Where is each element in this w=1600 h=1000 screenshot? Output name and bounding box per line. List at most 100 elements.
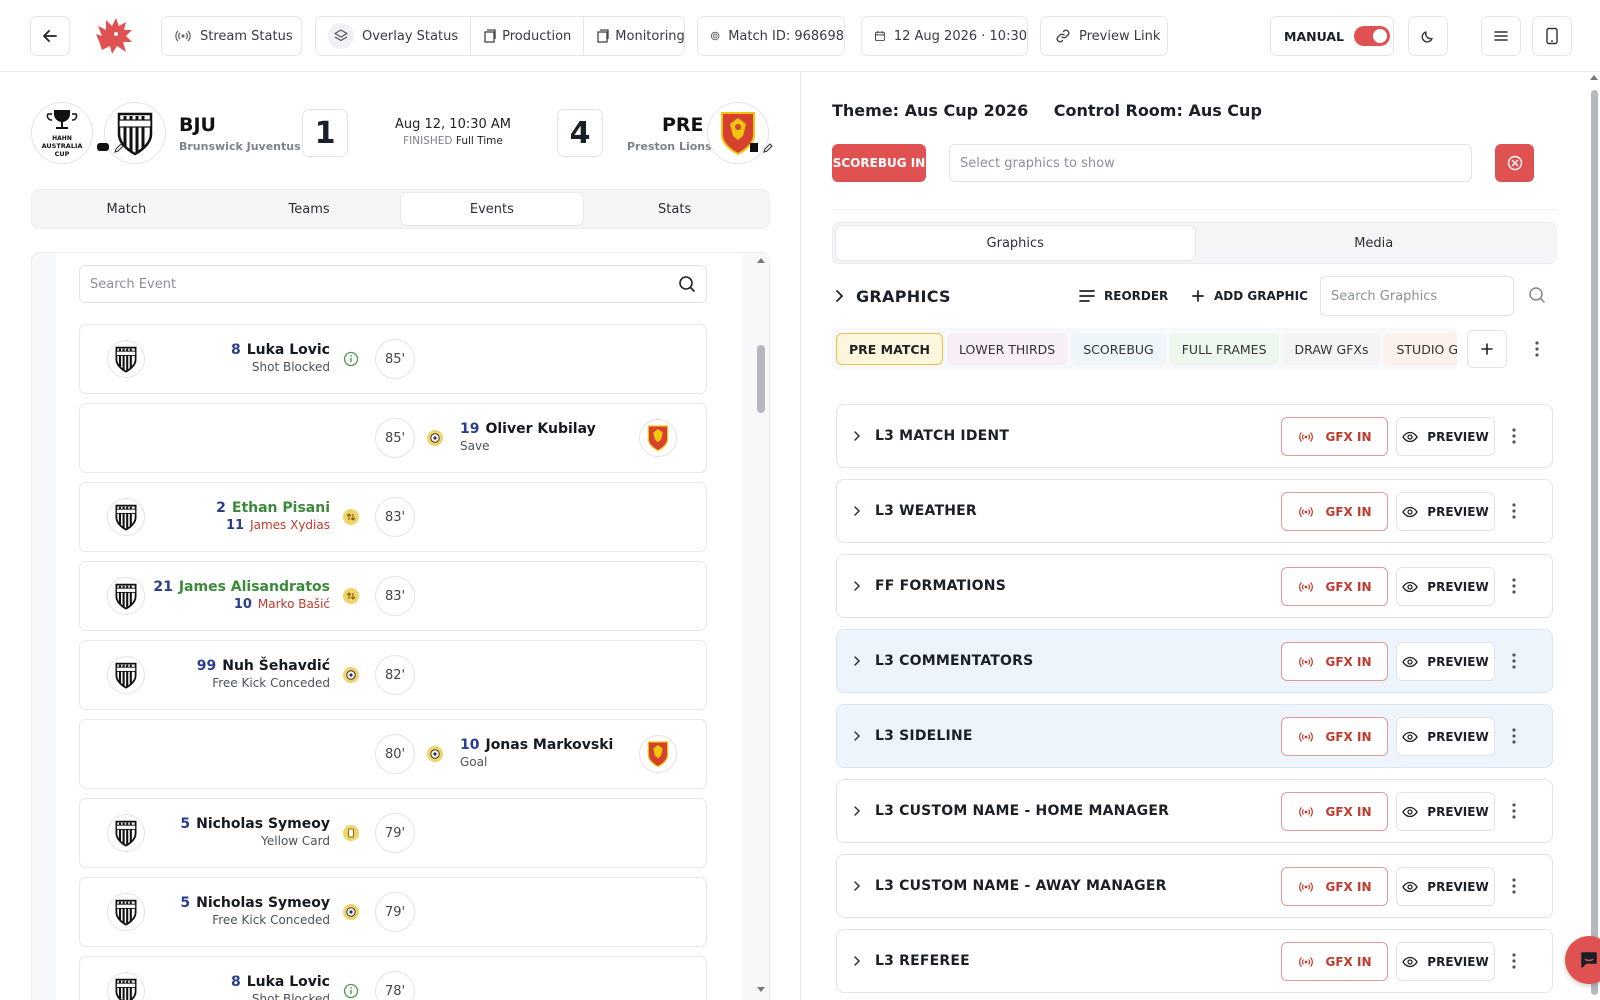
menu-button[interactable] [1481,16,1521,56]
preview-button[interactable]: PREVIEW [1396,642,1495,681]
graphics-select[interactable]: Select graphics to show [949,144,1472,182]
scorebug-in-button[interactable]: SCOREBUG IN [832,144,926,182]
preview-button[interactable]: PREVIEW [1396,492,1495,531]
more-vertical-icon[interactable] [1511,502,1517,520]
more-vertical-icon[interactable] [1534,340,1540,358]
production-button[interactable]: Production [470,17,583,55]
event-type: Goal [460,755,488,769]
match-id-button[interactable]: Match ID: 968698 [697,16,845,56]
graphic-row[interactable]: L3 CUSTOM NAME - HOME MANAGER GFX IN PREVI… [836,779,1553,843]
tab-match[interactable]: Match [35,193,218,225]
graphic-row[interactable]: FF FORMATIONS GFX IN PREVIEW [836,554,1553,618]
graphic-row[interactable]: L3 MATCH IDENT GFX IN PREVIEW [836,404,1553,468]
event-row[interactable]: 8 Luka Lovic Shot Blocked 78' [79,956,707,1000]
chevron-right-icon[interactable] [851,880,863,892]
event-row[interactable]: 2 Ethan Pisani 11 James Xydias 83' [79,482,707,552]
more-vertical-icon[interactable] [1511,727,1517,745]
preview-label: PREVIEW [1427,879,1489,894]
chevron-right-icon[interactable] [851,430,863,442]
gfx-in-label: GFX IN [1325,654,1372,669]
date-button[interactable]: 12 Aug 2026 · 10:30 [861,16,1028,56]
gfx-in-button[interactable]: GFX IN [1281,867,1388,906]
events-scrollbar[interactable] [754,255,768,995]
preview-button[interactable]: PREVIEW [1396,942,1495,981]
chevron-right-icon[interactable] [851,655,863,667]
device-button[interactable] [1532,16,1572,56]
info-icon [341,349,361,369]
monitoring-button[interactable]: Monitoring [583,17,697,55]
tab-stats[interactable]: Stats [583,193,766,225]
tab-media[interactable]: Media [1195,226,1554,260]
gfx-in-button[interactable]: GFX IN [1281,792,1388,831]
edit-icon[interactable] [762,143,773,154]
category-chip[interactable]: PRE MATCH [836,333,943,365]
preview-button[interactable]: PREVIEW [1396,567,1495,606]
gfx-in-button[interactable]: GFX IN [1281,492,1388,531]
chevron-right-icon[interactable] [851,955,863,967]
graphic-row[interactable]: L3 WEATHER GFX IN PREVIEW [836,479,1553,543]
more-vertical-icon[interactable] [1511,802,1517,820]
category-chip[interactable]: STUDIO G [1384,333,1457,365]
category-chip[interactable]: FULL FRAMES [1169,333,1279,365]
graphic-row[interactable]: L3 CUSTOM NAME - AWAY MANAGER GFX IN PREVI… [836,854,1553,918]
stream-status-button[interactable]: Stream Status [161,16,302,56]
chevron-right-icon[interactable] [851,730,863,742]
back-button[interactable] [30,16,70,56]
add-graphic-button[interactable]: ADD GRAPHIC [1191,281,1308,311]
category-chip[interactable]: SCOREBUG [1071,333,1166,365]
moon-icon [1421,31,1433,43]
add-category-button[interactable] [1467,330,1507,368]
event-row[interactable]: 5 Nicholas Symeoy Yellow Card 79' [79,798,707,868]
search-icon[interactable] [1528,286,1546,304]
gfx-in-button[interactable]: GFX IN [1281,717,1388,756]
graphic-name: L3 CUSTOM NAME - HOME MANAGER [875,803,1170,819]
chat-button[interactable] [1565,936,1600,984]
event-search-input[interactable]: Search Event [79,265,707,303]
chevron-right-icon[interactable] [851,505,863,517]
event-row[interactable]: 8 Luka Lovic Shot Blocked 85' [79,324,707,394]
dark-mode-button[interactable] [1408,16,1448,56]
preview-button[interactable]: PREVIEW [1396,867,1495,906]
graphic-name: FF FORMATIONS [875,578,1006,594]
manual-mode-toggle[interactable] [1353,26,1390,46]
preview-button[interactable]: PREVIEW [1396,717,1495,756]
gfx-in-label: GFX IN [1325,879,1372,894]
graphic-row[interactable]: L3 REFEREE GFX IN PREVIEW [836,929,1553,993]
preview-button[interactable]: PREVIEW [1396,792,1495,831]
tab-teams[interactable]: Teams [218,193,401,225]
reorder-button[interactable]: REORDER [1078,281,1168,311]
event-row[interactable]: 80' 10 Jonas Markovski Goal [79,719,707,789]
gfx-in-button[interactable]: GFX IN [1281,642,1388,681]
gfx-in-button[interactable]: GFX IN [1281,942,1388,981]
gfx-in-button[interactable]: GFX IN [1281,417,1388,456]
tab-graphics[interactable]: Graphics [836,226,1195,260]
preview-button[interactable]: PREVIEW [1396,417,1495,456]
category-chip[interactable]: LOWER THIRDS [946,333,1068,365]
graphic-row[interactable]: L3 SIDELINE GFX IN PREVIEW [836,704,1553,768]
graphic-row[interactable]: L3 COMMENTATORS GFX IN PREVIEW [836,629,1553,693]
more-vertical-icon[interactable] [1511,427,1517,445]
preview-link-button[interactable]: Preview Link [1040,16,1168,56]
overlay-status-button[interactable]: Overlay Status [316,17,470,55]
gfx-in-button[interactable]: GFX IN [1281,567,1388,606]
chevron-right-icon[interactable] [851,805,863,817]
event-row[interactable]: 85' 19 Oliver Kubilay Save [79,403,707,473]
event-row[interactable]: 21 James Alisandratos 10 Marko Bašić 83' [79,561,707,631]
clear-graphics-button[interactable] [1495,144,1534,182]
event-row[interactable]: 5 Nicholas Symeoy Free Kick Conceded 79' [79,877,707,947]
page-scrollbar[interactable] [1588,72,1600,1000]
eye-icon [1402,581,1419,592]
category-chip[interactable]: DRAW GFXs [1282,333,1381,365]
edit-icon[interactable] [113,143,124,154]
tab-events[interactable]: Events [400,193,584,225]
more-vertical-icon[interactable] [1511,577,1517,595]
more-vertical-icon[interactable] [1511,652,1517,670]
more-vertical-icon[interactable] [1511,952,1517,970]
chevron-right-icon[interactable] [832,289,846,303]
graphics-search-input[interactable]: Search Graphics [1320,276,1514,316]
chevron-right-icon[interactable] [851,580,863,592]
event-row[interactable]: 99 Nuh Šehavdić Free Kick Conceded 82' [79,640,707,710]
graphics-header: GRAPHICS [832,281,951,311]
search-icon[interactable] [678,275,696,293]
more-vertical-icon[interactable] [1511,877,1517,895]
